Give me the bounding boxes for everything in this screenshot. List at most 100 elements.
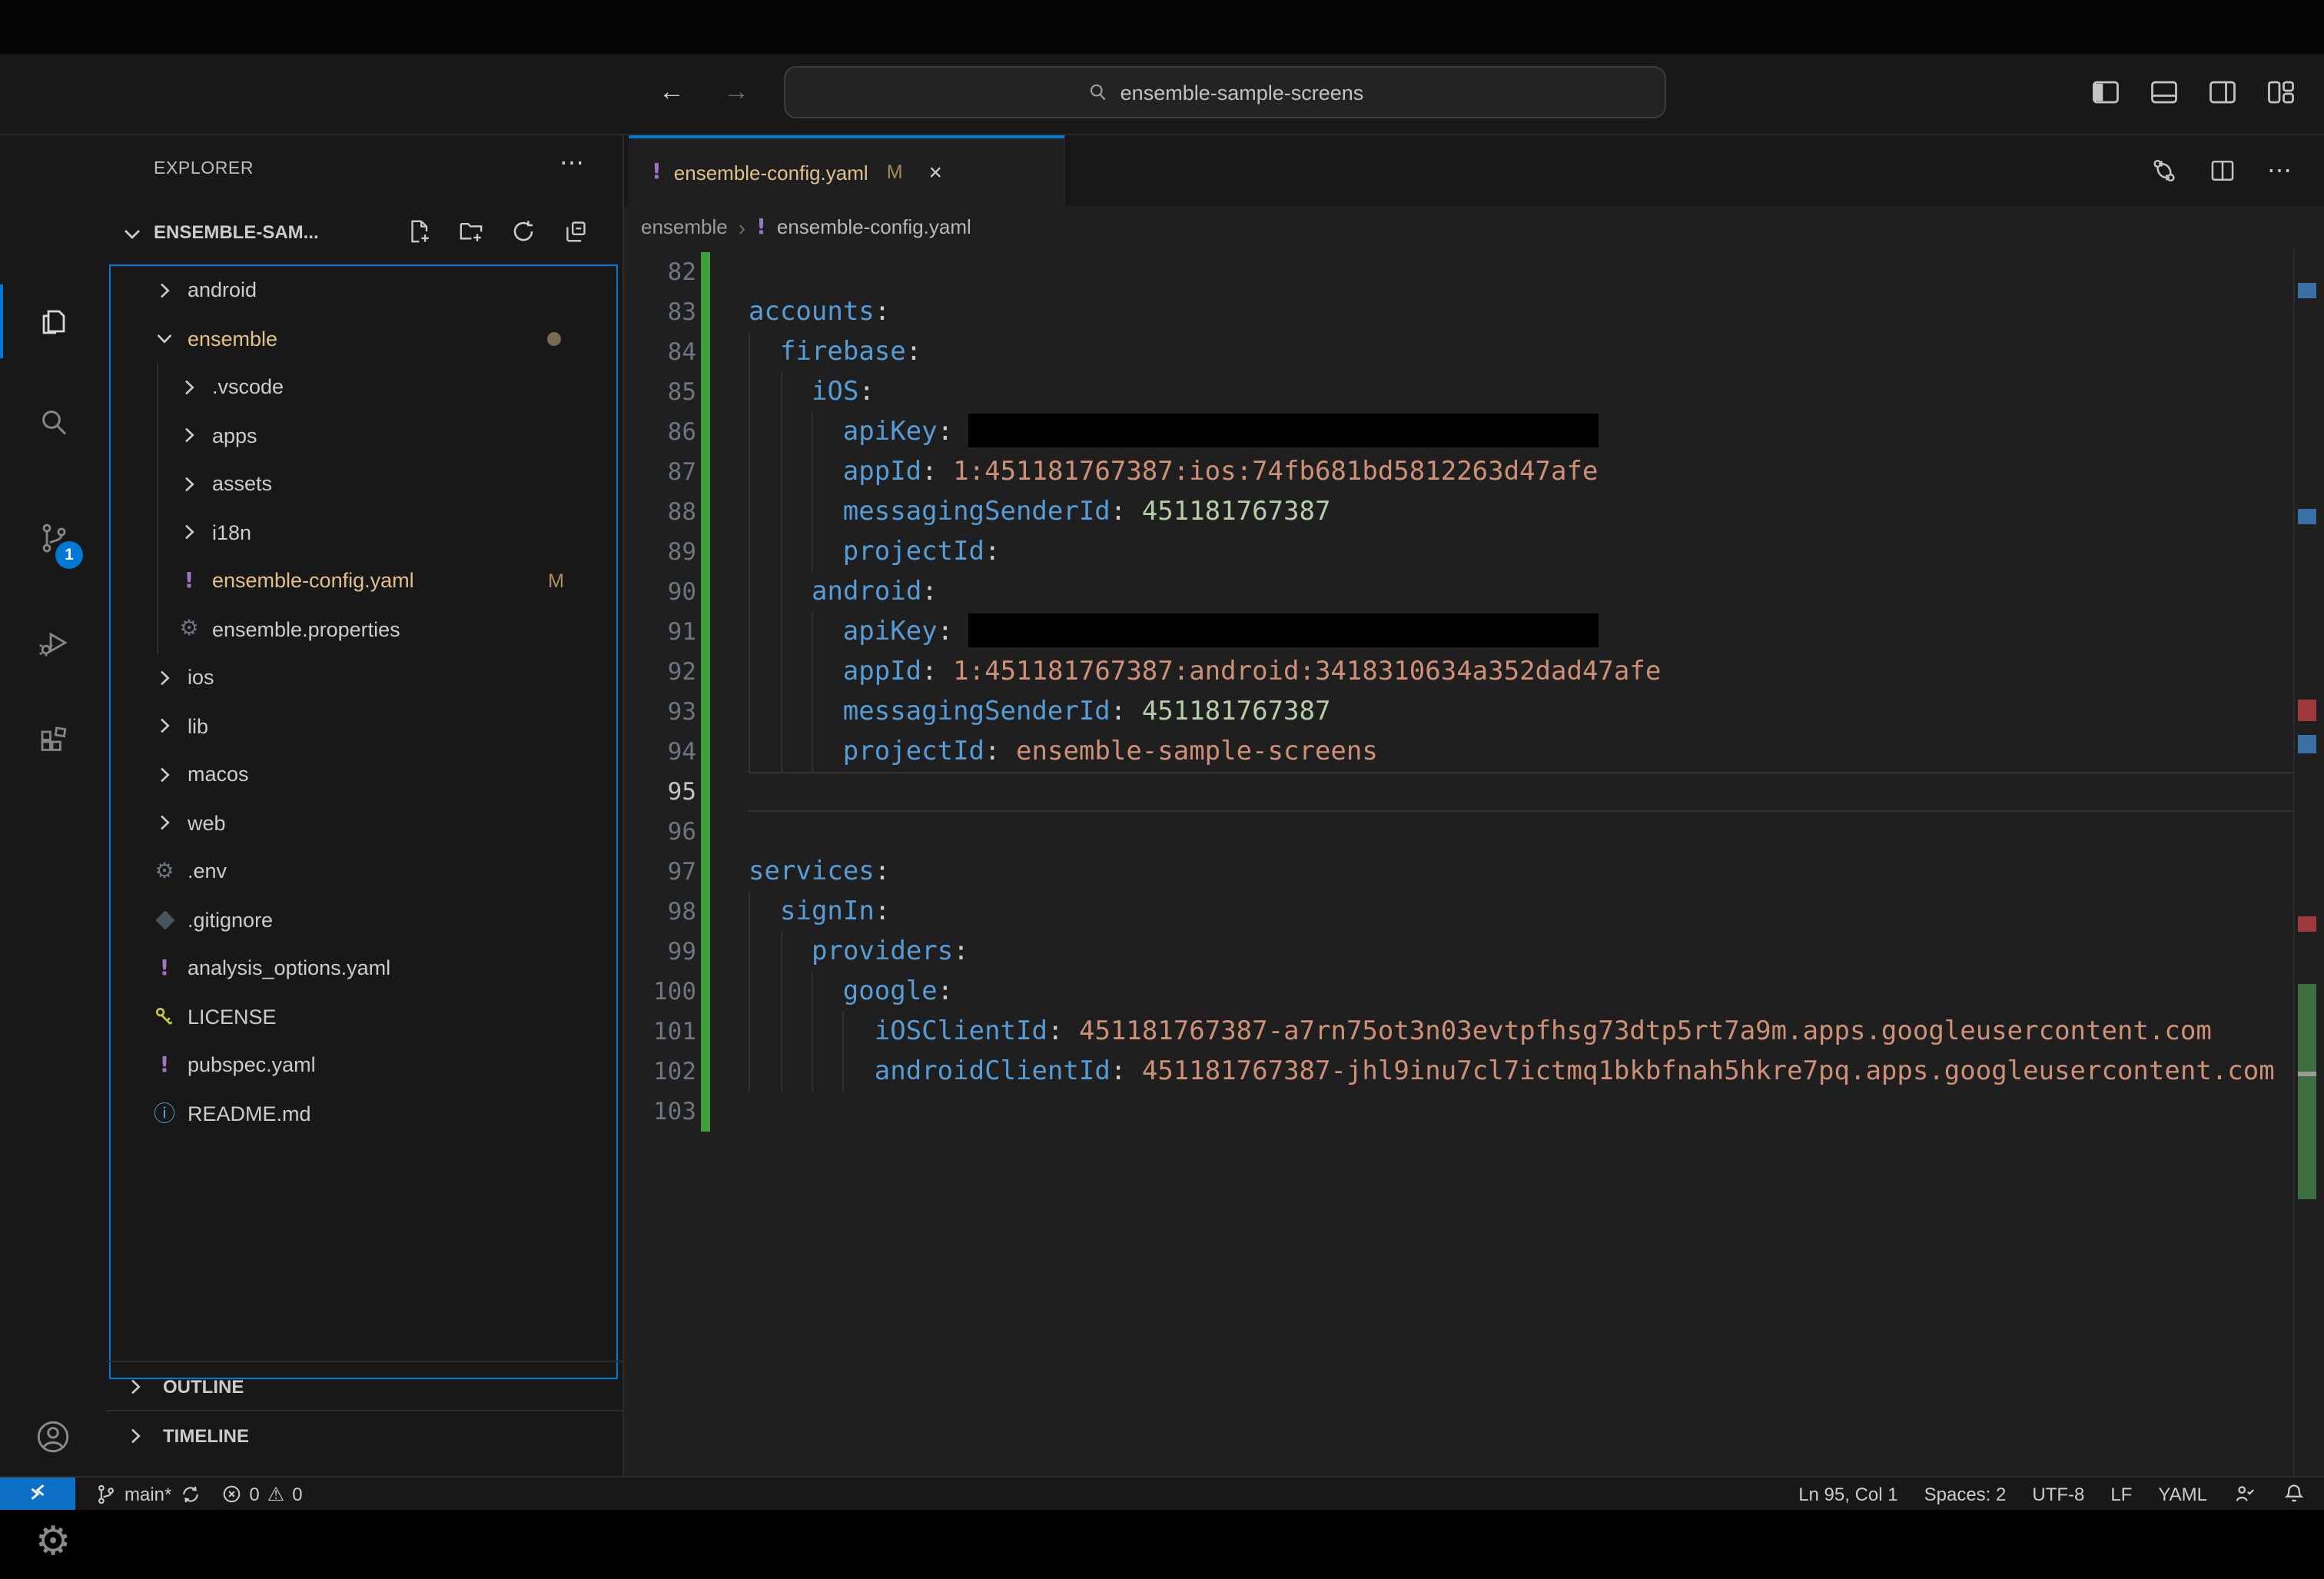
command-center-search[interactable]: ensemble-sample-screens (784, 66, 1666, 118)
split-editor-icon[interactable] (2209, 157, 2236, 184)
language-mode[interactable]: YAML (2158, 1483, 2207, 1504)
tree-item-ensemble.properties[interactable]: ⚙ensemble.properties (111, 605, 616, 653)
encoding[interactable]: UTF-8 (2032, 1483, 2084, 1504)
code-line-102[interactable]: 102androidClientId: 451181767387-jhl9inu… (624, 1051, 2324, 1091)
code-line-94[interactable]: 94projectId: ensemble-sample-screens (624, 731, 2324, 771)
more-actions-icon[interactable]: ⋯ (2267, 155, 2293, 186)
eol[interactable]: LF (2110, 1483, 2132, 1504)
warnings-icon: ⚠ (267, 1482, 284, 1505)
code-line-82[interactable]: 82 (624, 251, 2324, 291)
tree-item-ensemble-config.yaml[interactable]: !ensemble-config.yamlM (111, 557, 616, 605)
tree-item-analysis_options.yaml[interactable]: !analysis_options.yaml (111, 944, 616, 992)
code-line-98[interactable]: 98signIn: (624, 891, 2324, 931)
line-number: 88 (624, 491, 696, 531)
tree-item-README.md[interactable]: ⓘREADME.md (111, 1089, 616, 1138)
tree-item-android[interactable]: android (111, 266, 616, 314)
panel-header-outline[interactable]: OUTLINE (106, 1361, 622, 1410)
git-added-gutter (701, 651, 710, 691)
activity-extensions-icon[interactable] (0, 704, 106, 778)
code-line-83[interactable]: 83accounts: (624, 291, 2324, 331)
tree-item-LICENSE[interactable]: LICENSE (111, 992, 616, 1041)
tree-item-lib[interactable]: lib (111, 702, 616, 750)
tree-item-label: i18n (212, 521, 251, 544)
tree-item-ios[interactable]: ios (111, 653, 616, 702)
code-line-92[interactable]: 92appId: 1:451181767387:android:34183106… (624, 651, 2324, 691)
code-line-91[interactable]: 91apiKey: (624, 611, 2324, 651)
activity-accounts-icon[interactable] (0, 1399, 106, 1473)
code-line-95[interactable]: 95 (624, 771, 2324, 811)
activity-explorer-icon[interactable] (0, 284, 106, 358)
code-line-103[interactable]: 103 (624, 1091, 2324, 1131)
layout-controls (2089, 75, 2296, 108)
tree-item-macos[interactable]: macos (111, 750, 616, 799)
cursor-position[interactable]: Ln 95, Col 1 (1798, 1483, 1897, 1504)
notifications-bell-icon[interactable] (2282, 1482, 2306, 1505)
git-added-gutter (701, 331, 710, 371)
panel-header-timeline[interactable]: TIMELINE (106, 1410, 622, 1459)
tree-item-pubspec.yaml[interactable]: !pubspec.yaml (111, 1041, 616, 1089)
tree-item-label: assets (212, 473, 272, 496)
refresh-icon[interactable] (510, 218, 536, 244)
activity-run-debug-icon[interactable] (0, 606, 106, 680)
back-arrow-icon[interactable]: ← (652, 72, 692, 112)
code-line-99[interactable]: 99providers: (624, 931, 2324, 971)
activity-source-control-icon[interactable] (0, 501, 106, 575)
remote-indicator[interactable] (0, 1478, 75, 1510)
code-line-89[interactable]: 89projectId: (624, 531, 2324, 571)
tree-item-.env[interactable]: ⚙.env (111, 847, 616, 896)
tree-item-i18n[interactable]: i18n (111, 508, 616, 557)
collapse-folders-icon[interactable] (563, 218, 589, 244)
chevron-right-icon (123, 1374, 148, 1398)
tree-item-label: analysis_options.yaml (188, 957, 390, 980)
code-line-84[interactable]: 84firebase: (624, 331, 2324, 371)
code-line-93[interactable]: 93messagingSenderId: 451181767387 (624, 691, 2324, 731)
line-number: 85 (624, 371, 696, 411)
breadcrumb-folder[interactable]: ensemble (641, 215, 728, 238)
git-branch-item[interactable]: main* (95, 1483, 201, 1504)
customize-layout-icon[interactable] (2264, 75, 2296, 108)
git-added-gutter (701, 531, 710, 571)
chevron-right-icon (177, 375, 201, 400)
toggle-primary-sidebar-icon[interactable] (2089, 75, 2121, 108)
tree-item-assets[interactable]: assets (111, 460, 616, 508)
code-line-100[interactable]: 100google: (624, 971, 2324, 1011)
file-tree: androidensemble.vscodeapps assets i18n !ens… (109, 264, 618, 1379)
tree-item-web[interactable]: web (111, 799, 616, 847)
forward-arrow-icon[interactable]: → (716, 72, 756, 112)
toggle-panel-icon[interactable] (2147, 75, 2180, 108)
code-line-88[interactable]: 88messagingSenderId: 451181767387 (624, 491, 2324, 531)
activity-search-icon[interactable] (0, 386, 106, 460)
tree-item-.vscode[interactable]: .vscode (111, 363, 616, 411)
breadcrumb: ensemble › ! ensemble-config.yaml (624, 206, 2324, 248)
search-icon (1087, 81, 1110, 104)
status-bar: main* 0 ⚠ 0 Ln 95, Col 1 Spaces: 2 UTF-8… (0, 1476, 2324, 1510)
gear-file-icon: ⚙ (154, 859, 174, 884)
close-icon[interactable]: × (929, 159, 943, 185)
editor-actions: ⋯ (2150, 135, 2293, 206)
new-file-icon[interactable] (406, 218, 432, 244)
breadcrumb-file[interactable]: ensemble-config.yaml (777, 215, 971, 238)
feedback-icon[interactable] (2233, 1482, 2256, 1505)
code-line-87[interactable]: 87appId: 1:451181767387:ios:74fb681bd581… (624, 451, 2324, 491)
vscode-window: ← → ensemble-sample-screens 1⚙ (0, 0, 2324, 1510)
toggle-secondary-sidebar-icon[interactable] (2206, 75, 2238, 108)
code-line-96[interactable]: 96 (624, 811, 2324, 851)
code-area[interactable]: 8283accounts:84firebase:85iOS:86apiKey: … (624, 248, 2324, 1476)
workspace-section-header[interactable]: ENSEMBLE-SAM... (106, 206, 622, 264)
code-line-90[interactable]: 90android: (624, 571, 2324, 611)
sidebar-more-actions-icon[interactable]: ⋯ (559, 148, 586, 178)
problems-item[interactable]: 0 ⚠ 0 (221, 1482, 302, 1505)
tab-ensemble-config[interactable]: ! ensemble-config.yaml M × (629, 135, 1065, 206)
new-folder-icon[interactable] (458, 218, 484, 244)
line-number: 102 (624, 1051, 696, 1091)
code-line-97[interactable]: 97services: (624, 851, 2324, 891)
tree-item-ensemble[interactable]: ensemble (111, 314, 616, 363)
indentation[interactable]: Spaces: 2 (1924, 1483, 2007, 1504)
tree-item-apps[interactable]: apps (111, 411, 616, 460)
open-changes-icon[interactable] (2150, 157, 2178, 184)
activity-settings-icon[interactable]: ⚙ (0, 1505, 106, 1579)
code-line-86[interactable]: 86apiKey: (624, 411, 2324, 451)
tree-item-.gitignore[interactable]: .gitignore (111, 896, 616, 944)
code-line-101[interactable]: 101iOSClientId: 451181767387-a7rn75ot3n0… (624, 1011, 2324, 1051)
code-line-85[interactable]: 85iOS: (624, 371, 2324, 411)
